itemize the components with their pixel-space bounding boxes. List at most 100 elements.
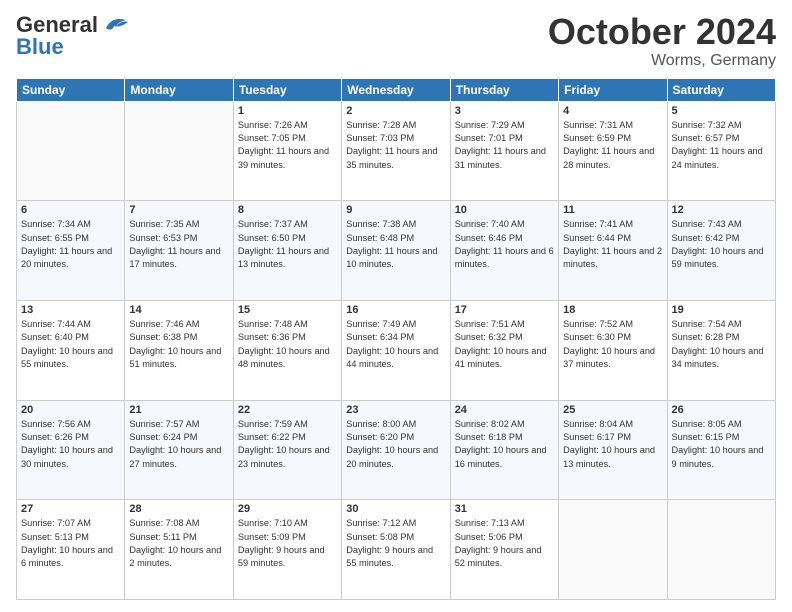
sunrise-text: Sunrise: 7:13 AM: [455, 518, 525, 528]
calendar-week-row: 27 Sunrise: 7:07 AM Sunset: 5:13 PM Dayl…: [17, 500, 776, 600]
sunrise-text: Sunrise: 7:07 AM: [21, 518, 91, 528]
logo-bird-icon: [98, 14, 130, 36]
col-friday: Friday: [559, 78, 667, 101]
day-number: 12: [672, 204, 771, 216]
day-info: Sunrise: 7:29 AM Sunset: 7:01 PM Dayligh…: [455, 119, 554, 172]
daylight-text: Daylight: 9 hours and 52 minutes.: [455, 545, 542, 568]
day-info: Sunrise: 7:48 AM Sunset: 6:36 PM Dayligh…: [238, 318, 337, 371]
table-row: 8 Sunrise: 7:37 AM Sunset: 6:50 PM Dayli…: [233, 201, 341, 301]
sunset-text: Sunset: 7:03 PM: [346, 133, 414, 143]
daylight-text: Daylight: 11 hours and 24 minutes.: [672, 146, 763, 169]
daylight-text: Daylight: 10 hours and 2 minutes.: [129, 545, 221, 568]
day-info: Sunrise: 7:41 AM Sunset: 6:44 PM Dayligh…: [563, 218, 662, 271]
day-number: 1: [238, 105, 337, 117]
daylight-text: Daylight: 11 hours and 20 minutes.: [21, 246, 112, 269]
table-row: 18 Sunrise: 7:52 AM Sunset: 6:30 PM Dayl…: [559, 300, 667, 400]
day-info: Sunrise: 7:57 AM Sunset: 6:24 PM Dayligh…: [129, 418, 228, 471]
table-row: 9 Sunrise: 7:38 AM Sunset: 6:48 PM Dayli…: [342, 201, 450, 301]
daylight-text: Daylight: 10 hours and 9 minutes.: [672, 445, 764, 468]
table-row: 19 Sunrise: 7:54 AM Sunset: 6:28 PM Dayl…: [667, 300, 775, 400]
table-row: 4 Sunrise: 7:31 AM Sunset: 6:59 PM Dayli…: [559, 101, 667, 201]
sunset-text: Sunset: 6:38 PM: [129, 332, 197, 342]
day-info: Sunrise: 8:00 AM Sunset: 6:20 PM Dayligh…: [346, 418, 445, 471]
sunrise-text: Sunrise: 7:54 AM: [672, 319, 742, 329]
sunrise-text: Sunrise: 7:34 AM: [21, 219, 91, 229]
day-info: Sunrise: 7:38 AM Sunset: 6:48 PM Dayligh…: [346, 218, 445, 271]
sunset-text: Sunset: 5:13 PM: [21, 532, 89, 542]
calendar-week-row: 20 Sunrise: 7:56 AM Sunset: 6:26 PM Dayl…: [17, 400, 776, 500]
col-monday: Monday: [125, 78, 233, 101]
day-info: Sunrise: 7:12 AM Sunset: 5:08 PM Dayligh…: [346, 517, 445, 570]
calendar-week-row: 13 Sunrise: 7:44 AM Sunset: 6:40 PM Dayl…: [17, 300, 776, 400]
daylight-text: Daylight: 10 hours and 41 minutes.: [455, 346, 547, 369]
daylight-text: Daylight: 11 hours and 39 minutes.: [238, 146, 329, 169]
day-info: Sunrise: 7:13 AM Sunset: 5:06 PM Dayligh…: [455, 517, 554, 570]
col-tuesday: Tuesday: [233, 78, 341, 101]
page: General Blue October 2024 Worms, Germany…: [0, 0, 792, 612]
sunrise-text: Sunrise: 8:00 AM: [346, 419, 416, 429]
daylight-text: Daylight: 9 hours and 59 minutes.: [238, 545, 325, 568]
day-number: 6: [21, 204, 120, 216]
daylight-text: Daylight: 10 hours and 23 minutes.: [238, 445, 330, 468]
daylight-text: Daylight: 11 hours and 31 minutes.: [455, 146, 546, 169]
col-saturday: Saturday: [667, 78, 775, 101]
sunrise-text: Sunrise: 7:41 AM: [563, 219, 633, 229]
day-number: 8: [238, 204, 337, 216]
sunrise-text: Sunrise: 7:43 AM: [672, 219, 742, 229]
table-row: 26 Sunrise: 8:05 AM Sunset: 6:15 PM Dayl…: [667, 400, 775, 500]
sunrise-text: Sunrise: 7:51 AM: [455, 319, 525, 329]
sunset-text: Sunset: 6:18 PM: [455, 432, 523, 442]
day-info: Sunrise: 7:28 AM Sunset: 7:03 PM Dayligh…: [346, 119, 445, 172]
daylight-text: Daylight: 10 hours and 51 minutes.: [129, 346, 221, 369]
daylight-text: Daylight: 11 hours and 10 minutes.: [346, 246, 437, 269]
day-number: 11: [563, 204, 662, 216]
sunrise-text: Sunrise: 8:05 AM: [672, 419, 742, 429]
table-row: 30 Sunrise: 7:12 AM Sunset: 5:08 PM Dayl…: [342, 500, 450, 600]
table-row: 10 Sunrise: 7:40 AM Sunset: 6:46 PM Dayl…: [450, 201, 558, 301]
table-row: 28 Sunrise: 7:08 AM Sunset: 5:11 PM Dayl…: [125, 500, 233, 600]
sunset-text: Sunset: 6:36 PM: [238, 332, 306, 342]
calendar-header-row: Sunday Monday Tuesday Wednesday Thursday…: [17, 78, 776, 101]
day-info: Sunrise: 8:05 AM Sunset: 6:15 PM Dayligh…: [672, 418, 771, 471]
table-row: 14 Sunrise: 7:46 AM Sunset: 6:38 PM Dayl…: [125, 300, 233, 400]
header: General Blue October 2024 Worms, Germany: [16, 12, 776, 70]
day-number: 17: [455, 304, 554, 316]
day-info: Sunrise: 7:34 AM Sunset: 6:55 PM Dayligh…: [21, 218, 120, 271]
sunset-text: Sunset: 6:30 PM: [563, 332, 631, 342]
daylight-text: Daylight: 10 hours and 44 minutes.: [346, 346, 438, 369]
day-info: Sunrise: 7:32 AM Sunset: 6:57 PM Dayligh…: [672, 119, 771, 172]
logo: General Blue: [16, 12, 130, 60]
day-info: Sunrise: 8:04 AM Sunset: 6:17 PM Dayligh…: [563, 418, 662, 471]
daylight-text: Daylight: 11 hours and 2 minutes.: [563, 246, 662, 269]
table-row: 21 Sunrise: 7:57 AM Sunset: 6:24 PM Dayl…: [125, 400, 233, 500]
table-row: 31 Sunrise: 7:13 AM Sunset: 5:06 PM Dayl…: [450, 500, 558, 600]
sunrise-text: Sunrise: 7:59 AM: [238, 419, 308, 429]
sunset-text: Sunset: 6:50 PM: [238, 233, 306, 243]
sunrise-text: Sunrise: 7:29 AM: [455, 120, 525, 130]
sunrise-text: Sunrise: 7:46 AM: [129, 319, 199, 329]
table-row: 24 Sunrise: 8:02 AM Sunset: 6:18 PM Dayl…: [450, 400, 558, 500]
daylight-text: Daylight: 10 hours and 16 minutes.: [455, 445, 547, 468]
day-number: 29: [238, 503, 337, 515]
daylight-text: Daylight: 10 hours and 48 minutes.: [238, 346, 330, 369]
daylight-text: Daylight: 10 hours and 20 minutes.: [346, 445, 438, 468]
day-info: Sunrise: 7:43 AM Sunset: 6:42 PM Dayligh…: [672, 218, 771, 271]
day-number: 3: [455, 105, 554, 117]
month-title: October 2024: [548, 12, 776, 52]
table-row: [667, 500, 775, 600]
day-number: 23: [346, 404, 445, 416]
daylight-text: Daylight: 10 hours and 37 minutes.: [563, 346, 655, 369]
day-info: Sunrise: 7:44 AM Sunset: 6:40 PM Dayligh…: [21, 318, 120, 371]
daylight-text: Daylight: 11 hours and 17 minutes.: [129, 246, 220, 269]
day-number: 7: [129, 204, 228, 216]
calendar-week-row: 1 Sunrise: 7:26 AM Sunset: 7:05 PM Dayli…: [17, 101, 776, 201]
sunset-text: Sunset: 6:15 PM: [672, 432, 740, 442]
day-info: Sunrise: 7:46 AM Sunset: 6:38 PM Dayligh…: [129, 318, 228, 371]
table-row: 7 Sunrise: 7:35 AM Sunset: 6:53 PM Dayli…: [125, 201, 233, 301]
col-thursday: Thursday: [450, 78, 558, 101]
sunset-text: Sunset: 5:09 PM: [238, 532, 306, 542]
day-number: 16: [346, 304, 445, 316]
sunrise-text: Sunrise: 7:28 AM: [346, 120, 416, 130]
sunrise-text: Sunrise: 7:38 AM: [346, 219, 416, 229]
table-row: 16 Sunrise: 7:49 AM Sunset: 6:34 PM Dayl…: [342, 300, 450, 400]
